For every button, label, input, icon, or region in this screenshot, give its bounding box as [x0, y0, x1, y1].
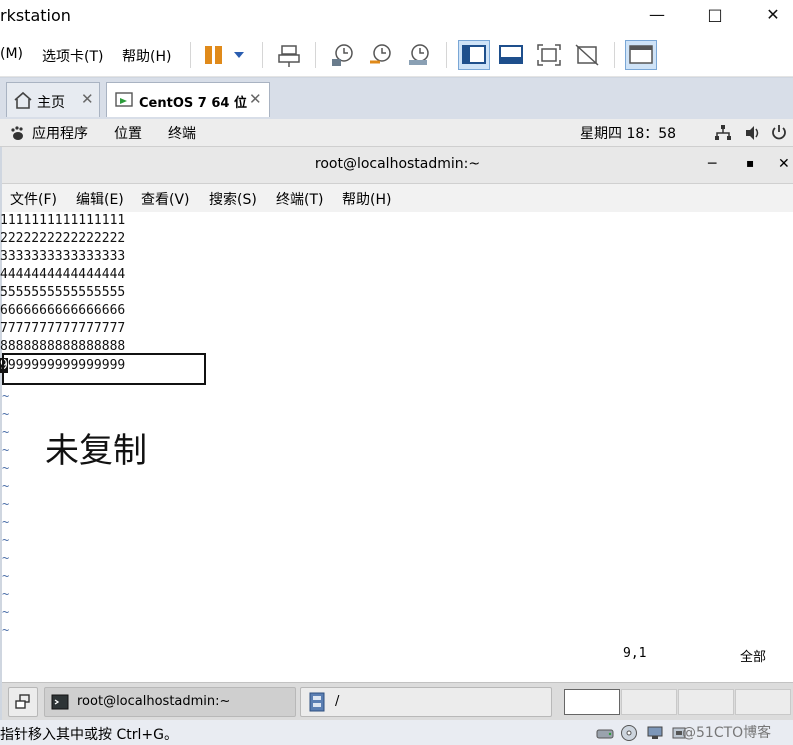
- gnome-foot-icon: [11, 126, 23, 140]
- empty-line-tilde: ~: [2, 533, 10, 547]
- power-icon[interactable]: [770, 124, 788, 142]
- gnome-applications-menu[interactable]: 应用程序: [32, 123, 88, 143]
- hard-disk-icon[interactable]: [596, 725, 614, 741]
- terminal-line: 3333333333333333: [0, 249, 126, 264]
- network-adapter-icon[interactable]: [646, 725, 664, 741]
- close-button[interactable]: ✕: [758, 4, 788, 26]
- show-desktop-icon: [15, 694, 30, 709]
- tab-bar: 主页 ✕ CentOS 7 64 位 ✕: [0, 78, 793, 119]
- terminal-close-button[interactable]: ✕: [778, 156, 790, 172]
- empty-line-tilde: ~: [2, 443, 10, 457]
- menu-help[interactable]: 帮助(H): [122, 46, 171, 66]
- thumbnail-bar-icon[interactable]: [498, 42, 524, 68]
- empty-line-tilde: ~: [2, 623, 10, 637]
- gnome-taskbar: root@localhostadmin:~ /: [2, 682, 793, 721]
- toolbar-separator: [190, 42, 191, 68]
- toolbar-separator: [262, 42, 263, 68]
- toolbar-separator: [315, 42, 316, 68]
- menu-vm[interactable]: (M): [0, 46, 23, 62]
- empty-line-tilde: ~: [2, 497, 10, 511]
- empty-line-tilde: ~: [2, 479, 10, 493]
- sidebar-view-icon[interactable]: [458, 40, 490, 70]
- terminal-line: 7777777777777777: [0, 321, 126, 336]
- terminal-menu-search[interactable]: 搜索(S): [209, 189, 257, 209]
- empty-line-tilde: ~: [2, 587, 10, 601]
- toolbar-separator: [614, 42, 615, 68]
- file-cabinet-icon: [309, 692, 325, 712]
- minimize-button[interactable]: —: [642, 4, 672, 26]
- status-message: 指针移入其中或按 Ctrl+G。: [0, 727, 178, 743]
- terminal-line: 2222222222222222: [0, 231, 126, 246]
- maximize-button[interactable]: □: [700, 4, 730, 26]
- taskbar-item-folder[interactable]: /: [300, 687, 552, 717]
- terminal-menu-file[interactable]: 文件(F): [10, 189, 57, 209]
- terminal-menubar: 文件(F) 编辑(E) 查看(V) 搜索(S) 终端(T) 帮助(H): [2, 184, 793, 213]
- gnome-top-bar: 应用程序 位置 终端 星期四 18：58: [0, 119, 793, 147]
- window-titlebar: rkstation — □ ✕: [0, 0, 793, 32]
- show-desktop-button[interactable]: [8, 687, 38, 717]
- window-title: rkstation: [0, 6, 71, 25]
- gnome-places-menu[interactable]: 位置: [114, 123, 142, 143]
- vm-icon: [115, 92, 133, 107]
- unity-icon[interactable]: [574, 42, 600, 68]
- empty-line-tilde: ~: [2, 407, 10, 421]
- cd-dvd-icon[interactable]: [620, 724, 638, 742]
- empty-line-tilde: ~: [2, 551, 10, 565]
- volume-icon[interactable]: [744, 124, 762, 142]
- empty-line-tilde: ~: [2, 389, 10, 403]
- terminal-icon: [51, 694, 69, 710]
- gnome-terminal-menu[interactable]: 终端: [168, 123, 196, 143]
- terminal-menu-view[interactable]: 查看(V): [141, 189, 190, 209]
- toolbar-separator: [446, 42, 447, 68]
- empty-line-tilde: ~: [2, 461, 10, 475]
- workspace-4[interactable]: [735, 689, 791, 715]
- watermark: @51CTO博客: [682, 725, 772, 741]
- scroll-indicator: 全部: [740, 650, 767, 665]
- send-keys-icon[interactable]: [276, 42, 302, 68]
- tab-centos-label: CentOS 7 64 位: [139, 96, 247, 111]
- terminal-line: 4444444444444444: [0, 267, 126, 282]
- gnome-clock[interactable]: 星期四 18：58: [580, 123, 676, 143]
- terminal-line: 5555555555555555: [0, 285, 126, 300]
- revert-snapshot-icon[interactable]: [368, 42, 394, 68]
- workspace-2[interactable]: [621, 689, 677, 715]
- tab-home-close-icon[interactable]: ✕: [81, 90, 94, 108]
- menu-tabs[interactable]: 选项卡(T): [42, 46, 103, 66]
- tab-centos[interactable]: CentOS 7 64 位 ✕: [106, 82, 270, 117]
- console-view-icon[interactable]: [625, 40, 657, 70]
- tab-centos-close-icon[interactable]: ✕: [249, 90, 262, 108]
- taskbar-item-terminal-label: root@localhostadmin:~: [77, 694, 231, 709]
- terminal-title: root@localhostadmin:~: [314, 156, 481, 172]
- home-icon: [14, 91, 32, 109]
- empty-line-tilde: ~: [2, 515, 10, 529]
- snapshot-icon[interactable]: [330, 42, 356, 68]
- cursor-position: 9,1: [623, 646, 647, 661]
- terminal-minimize-button[interactable]: ─: [708, 156, 716, 172]
- workspace-3[interactable]: [678, 689, 734, 715]
- workspace-1[interactable]: [564, 689, 620, 715]
- vmware-status-bar: 指针移入其中或按 Ctrl+G。 @51CTO博客: [0, 720, 793, 745]
- terminal-line: 1111111111111111: [0, 213, 126, 228]
- terminal-menu-edit[interactable]: 编辑(E): [76, 189, 124, 209]
- terminal-menu-help[interactable]: 帮助(H): [342, 189, 391, 209]
- terminal-titlebar: root@localhostadmin:~ ─ ▪ ✕: [2, 147, 793, 184]
- tab-home[interactable]: 主页 ✕: [6, 82, 100, 117]
- taskbar-item-folder-label: /: [335, 694, 340, 709]
- empty-line-tilde: ~: [2, 605, 10, 619]
- fullscreen-icon[interactable]: [536, 42, 562, 68]
- taskbar-item-terminal[interactable]: root@localhostadmin:~: [44, 687, 296, 717]
- terminal-menu-terminal[interactable]: 终端(T): [276, 189, 323, 209]
- vmware-toolbar: (M) 选项卡(T) 帮助(H): [0, 32, 793, 77]
- terminal-maximize-button[interactable]: ▪: [746, 156, 754, 170]
- empty-line-tilde: ~: [2, 569, 10, 583]
- pause-icon[interactable]: [203, 44, 247, 66]
- empty-line-tilde: ~: [2, 425, 10, 439]
- snapshot-manager-icon[interactable]: [406, 42, 432, 68]
- network-icon[interactable]: [714, 124, 732, 142]
- terminal-line: 6666666666666666: [0, 303, 126, 318]
- highlight-box: [2, 353, 206, 385]
- annotation-text: 未复制: [45, 431, 147, 471]
- tab-home-label: 主页: [37, 95, 65, 111]
